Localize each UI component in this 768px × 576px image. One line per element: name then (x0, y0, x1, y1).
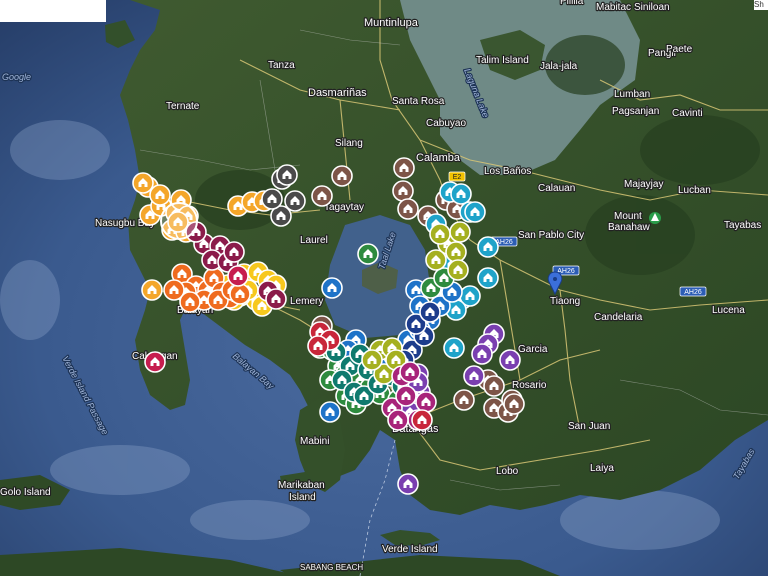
place-label: Garcia (518, 344, 548, 355)
house-marker[interactable] (229, 283, 251, 305)
house-marker[interactable] (429, 223, 451, 245)
house-marker[interactable] (144, 351, 166, 373)
place-label: Tayabas (724, 220, 761, 231)
house-marker[interactable] (392, 180, 414, 202)
house-marker[interactable] (443, 337, 465, 359)
house-marker[interactable] (361, 349, 383, 371)
place-label: Paete (666, 44, 693, 55)
house-marker[interactable] (132, 172, 154, 194)
place-label: Laurel (300, 235, 328, 246)
house-marker[interactable] (447, 259, 469, 281)
house-marker[interactable] (395, 385, 417, 407)
place-label: Island (289, 492, 316, 503)
house-marker[interactable] (499, 349, 521, 371)
house-marker[interactable] (399, 361, 421, 383)
place-label: Laiya (590, 463, 614, 474)
place-label: Tiaong (550, 296, 580, 307)
place-label: Rosario (512, 380, 547, 391)
place-label: Marikaban (278, 480, 325, 491)
house-marker[interactable] (265, 288, 287, 310)
house-marker[interactable] (387, 409, 409, 431)
place-label: Ternate (166, 101, 200, 112)
house-marker[interactable] (397, 473, 419, 495)
house-marker[interactable] (477, 236, 499, 258)
house-marker[interactable] (357, 243, 379, 265)
place-label: Santa Rosa (392, 96, 445, 107)
place-label: Lumban (614, 89, 650, 100)
house-marker[interactable] (477, 267, 499, 289)
road-shield-label: E2 (453, 174, 462, 181)
map-type-button[interactable]: Sh (754, 0, 768, 10)
park-icon (649, 212, 661, 224)
house-marker[interactable] (415, 391, 437, 413)
place-label: Talim Island (476, 55, 529, 66)
house-marker[interactable] (463, 365, 485, 387)
house-marker[interactable] (261, 188, 283, 210)
house-marker[interactable] (331, 165, 353, 187)
road-shield: AH26 (679, 286, 707, 297)
house-marker[interactable] (503, 393, 525, 415)
house-marker[interactable] (276, 164, 298, 186)
place-label: Verde Island (382, 544, 438, 555)
place-label: Mount (614, 211, 642, 222)
house-marker[interactable] (284, 190, 306, 212)
house-marker[interactable] (419, 301, 441, 323)
road-shield: E2 (448, 171, 466, 182)
place-label: SABANG BEACH (300, 563, 363, 572)
place-label: Siniloan (634, 2, 670, 13)
house-marker[interactable] (393, 157, 415, 179)
house-marker[interactable] (321, 277, 343, 299)
house-marker[interactable] (223, 241, 245, 263)
house-marker[interactable] (453, 389, 475, 411)
place-label: Calauan (538, 183, 575, 194)
place-label: Lucban (678, 185, 711, 196)
house-marker[interactable] (411, 409, 433, 431)
house-marker[interactable] (307, 335, 329, 357)
place-label: Tagaytay (324, 202, 364, 213)
place-label: Pagsanjan (612, 106, 659, 117)
house-marker[interactable] (449, 221, 471, 243)
house-marker[interactable] (319, 401, 341, 423)
place-label: Los Baños (484, 166, 531, 177)
place-label: Cavinti (672, 108, 703, 119)
selected-marker-ring[interactable] (160, 202, 198, 240)
place-label: Golo Island (0, 487, 51, 498)
place-label: Lucena (712, 305, 745, 316)
place-label: Calamba (416, 152, 461, 164)
house-marker[interactable] (141, 279, 163, 301)
place-label: Mabitac (596, 2, 631, 13)
house-marker[interactable] (311, 185, 333, 207)
place-label: San Pablo City (518, 230, 584, 241)
place-label: Banahaw (608, 222, 650, 233)
place-label: Majayjay (624, 179, 663, 190)
house-marker[interactable] (179, 291, 201, 313)
place-label: Lemery (290, 296, 323, 307)
house-marker[interactable] (445, 241, 467, 263)
place-label: Mabini (300, 436, 329, 447)
place-label: Candelaria (594, 312, 643, 323)
house-marker[interactable] (483, 375, 505, 397)
house-marker[interactable] (464, 201, 486, 223)
place-label: Silang (335, 138, 363, 149)
place-label: Tanza (268, 60, 295, 71)
house-marker[interactable] (227, 265, 249, 287)
house-marker[interactable] (425, 249, 447, 271)
map-canvas[interactable]: MuntinlupaPilillaMabitac SiniloanPangilPa… (0, 0, 768, 576)
place-label: San Juan (568, 421, 610, 432)
road-shield-label: AH26 (684, 289, 702, 296)
place-label: Pililla (560, 0, 584, 7)
place-label: Jala-jala (540, 61, 578, 72)
house-marker[interactable] (471, 343, 493, 365)
water-label: Google (2, 72, 31, 82)
house-marker[interactable] (450, 183, 472, 205)
place-label: Muntinlupa (364, 17, 419, 29)
place-label: Lobo (496, 466, 519, 477)
house-marker[interactable] (397, 198, 419, 220)
house-marker[interactable] (149, 184, 171, 206)
overlay-panel (0, 0, 106, 22)
place-label: Dasmariñas (308, 87, 367, 99)
place-label: Cabuyao (426, 118, 466, 129)
